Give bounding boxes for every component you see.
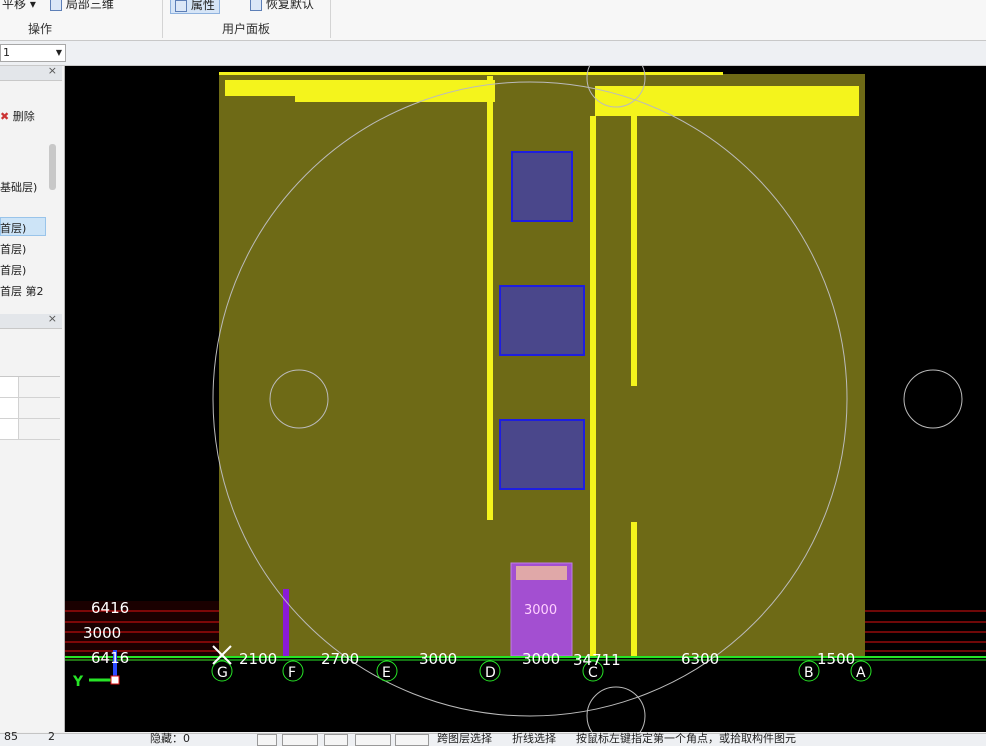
ribbon-divider: [330, 0, 331, 38]
beam[interactable]: [631, 116, 637, 386]
stair-landing: [516, 566, 567, 580]
left-dim-label: 6416: [91, 599, 129, 617]
local-3d-button[interactable]: 局部三维: [50, 0, 114, 12]
table-row[interactable]: [0, 377, 60, 398]
floor-item[interactable]: 首层): [0, 262, 26, 278]
floor-item[interactable]: 首层 第2: [0, 283, 44, 299]
left-panel: × ✖ 删除 基础层) 首层) 首层) 首层) 首层 第2 ×: [0, 64, 65, 732]
axis-id-label: C: [588, 665, 598, 681]
slab-opening: [225, 96, 295, 116]
status-bar: 85 2 隐藏：0 跨图层选择 折线选择 按鼠标左键指定第一个角点，或拾取构件图…: [0, 730, 986, 746]
polyline-select-button[interactable]: 折线选择: [512, 730, 556, 746]
plus-button[interactable]: [395, 734, 429, 746]
axis-id-label: A: [856, 665, 866, 681]
axis-dim-label: 2100: [239, 650, 277, 668]
group-label-user-panel: 用户面板: [222, 22, 271, 36]
floor-item[interactable]: 首层): [0, 220, 26, 236]
axis-id-label: B: [804, 665, 814, 681]
status-coord: 2: [48, 730, 55, 743]
beam[interactable]: [487, 76, 493, 520]
status-coord: 85: [4, 730, 18, 743]
panel-header-top: ×: [0, 64, 62, 81]
ribbon-divider: [162, 0, 163, 38]
axis-id-label: D: [485, 665, 496, 681]
axis-dim-label: 2700: [321, 650, 359, 668]
floor-item[interactable]: 基础层): [0, 179, 37, 195]
restore-icon: [250, 0, 262, 11]
move-button[interactable]: 平移 ▾: [2, 0, 36, 12]
plan-view[interactable]: 2100 2700 3000 3000 34711 6300 1500 6416…: [65, 66, 986, 732]
nav-handle-right[interactable]: [903, 369, 963, 429]
snap-button[interactable]: [257, 734, 277, 746]
floor-item[interactable]: 首层): [0, 241, 26, 257]
axis-dim-label: 3000: [419, 650, 457, 668]
y-axis-label: Y: [72, 674, 84, 690]
beam[interactable]: [219, 72, 723, 75]
chevron-down-icon[interactable]: ▼: [56, 45, 62, 61]
hidden-count: 隐藏：0: [150, 732, 190, 745]
delete-button[interactable]: ✖ 删除: [0, 108, 35, 124]
beam[interactable]: [631, 522, 637, 656]
table-row[interactable]: [0, 398, 60, 419]
beam[interactable]: [595, 86, 859, 116]
check-button[interactable]: [355, 734, 391, 746]
axis-id-label: G: [217, 665, 228, 681]
restore-default-button[interactable]: 恢复默认: [250, 0, 314, 12]
drawing-canvas[interactable]: 2100 2700 3000 3000 34711 6300 1500 6416…: [65, 66, 986, 732]
axis-dim-label: 1500: [817, 650, 855, 668]
cross-button[interactable]: [324, 734, 348, 746]
layer-combo[interactable]: 1 ▼: [0, 44, 66, 62]
column[interactable]: [499, 285, 585, 356]
properties-button[interactable]: 属性: [170, 0, 220, 14]
axis-dim-label: 3000: [522, 650, 560, 668]
delete-icon: ✖: [0, 110, 10, 123]
select-mode-button[interactable]: [282, 734, 318, 746]
column[interactable]: [499, 419, 585, 490]
close-icon[interactable]: ×: [48, 64, 57, 77]
properties-icon: [175, 0, 187, 12]
property-grid: [0, 376, 60, 440]
axis-id-label: E: [382, 665, 391, 681]
group-label-operations: 操作: [28, 22, 53, 36]
axis-id-label: F: [288, 665, 296, 681]
beam[interactable]: [590, 116, 596, 656]
axis-dim-label: 6300: [681, 650, 719, 668]
status-hint: 按鼠标左键指定第一个角点，或拾取构件图元: [576, 732, 796, 745]
ribbon: 平移 ▾ 局部三维 属性 恢复默认 操作 用户面板: [0, 0, 986, 41]
scrollbar-thumb[interactable]: [49, 144, 56, 190]
inner-dim-label: 3000: [524, 603, 557, 618]
close-icon[interactable]: ×: [48, 312, 57, 325]
left-dim-label: 6416: [91, 649, 129, 667]
local-3d-icon: [50, 0, 62, 11]
cross-layer-select-button[interactable]: 跨图层选择: [437, 730, 492, 746]
table-row[interactable]: [0, 419, 60, 440]
panel-header-bottom: ×: [0, 312, 62, 329]
secondary-toolbar: 1 ▼: [0, 41, 986, 66]
column[interactable]: [511, 151, 573, 222]
left-dim-label: 3000: [83, 624, 121, 642]
